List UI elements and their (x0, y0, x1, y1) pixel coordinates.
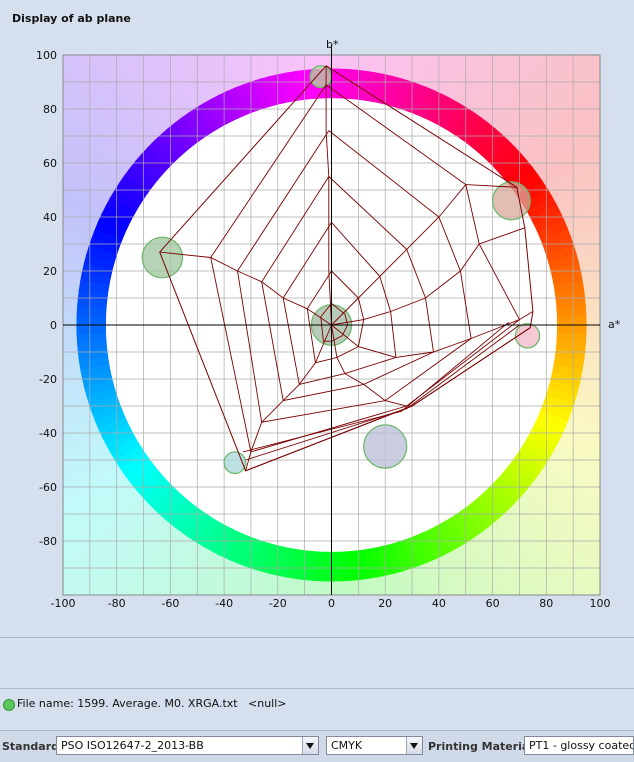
standard-select-value: PSO ISO12647-2_2013-BB (61, 739, 204, 752)
x-tick-label: -60 (161, 597, 179, 610)
y-tick-label: -40 (39, 427, 57, 440)
standard-select[interactable]: PSO ISO12647-2_2013-BB (56, 736, 319, 755)
y-tick-label: 80 (43, 103, 57, 116)
y-tick-label: 0 (50, 319, 57, 332)
reference-circle-magenta (515, 324, 539, 348)
file-name-label: File name: 1599. Average. M0. XRGA.txt (17, 697, 238, 710)
y-tick-label: -20 (39, 373, 57, 386)
y-tick-label: 60 (43, 157, 57, 170)
y-tick-label: -60 (39, 481, 57, 494)
x-tick-label: -80 (108, 597, 126, 610)
standard-label: Standard (2, 740, 59, 753)
reference-circle-yellow (310, 66, 331, 88)
y-tick-label: 20 (43, 265, 57, 278)
y-tick-label: 40 (43, 211, 57, 224)
x-tick-label: -100 (51, 597, 76, 610)
file-info-bar: File name: 1599. Average. M0. XRGA.txt <… (0, 690, 634, 718)
bottom-toolbar: Standard PSO ISO12647-2_2013-BB CMYK Pri… (0, 730, 634, 762)
x-tick-label: -40 (215, 597, 233, 610)
file-extra-label: <null> (248, 697, 287, 710)
printing-material-label: Printing Material (428, 740, 533, 753)
y-tick-label: -80 (39, 535, 57, 548)
chevron-down-icon[interactable] (302, 737, 318, 754)
x-tick-label: 0 (328, 597, 335, 610)
x-tick-label: 100 (590, 597, 611, 610)
printing-material-select[interactable]: PT1 - glossy coated (524, 736, 634, 755)
x-axis-label: a* (608, 318, 621, 331)
x-tick-label: 80 (539, 597, 553, 610)
x-tick-label: -20 (269, 597, 287, 610)
reference-circle-red (493, 182, 531, 220)
mode-select-value: CMYK (331, 739, 362, 752)
divider (0, 637, 634, 638)
x-tick-label: 20 (378, 597, 392, 610)
printing-material-value: PT1 - glossy coated (529, 739, 634, 752)
reference-circle-blue (364, 425, 407, 468)
x-tick-label: 60 (486, 597, 500, 610)
ab-plane-chart: -100 -80 -60 -40 -20 0 20 40 60 80 100 -80 -60 -40 -20… (0, 0, 634, 620)
mode-select[interactable]: CMYK (326, 736, 423, 755)
divider (0, 688, 634, 689)
x-tick-label: 40 (432, 597, 446, 610)
y-tick-label: 100 (36, 49, 57, 62)
y-axis-label: b* (326, 38, 339, 51)
chevron-down-icon[interactable] (406, 737, 422, 754)
status-dot-icon (3, 699, 15, 711)
